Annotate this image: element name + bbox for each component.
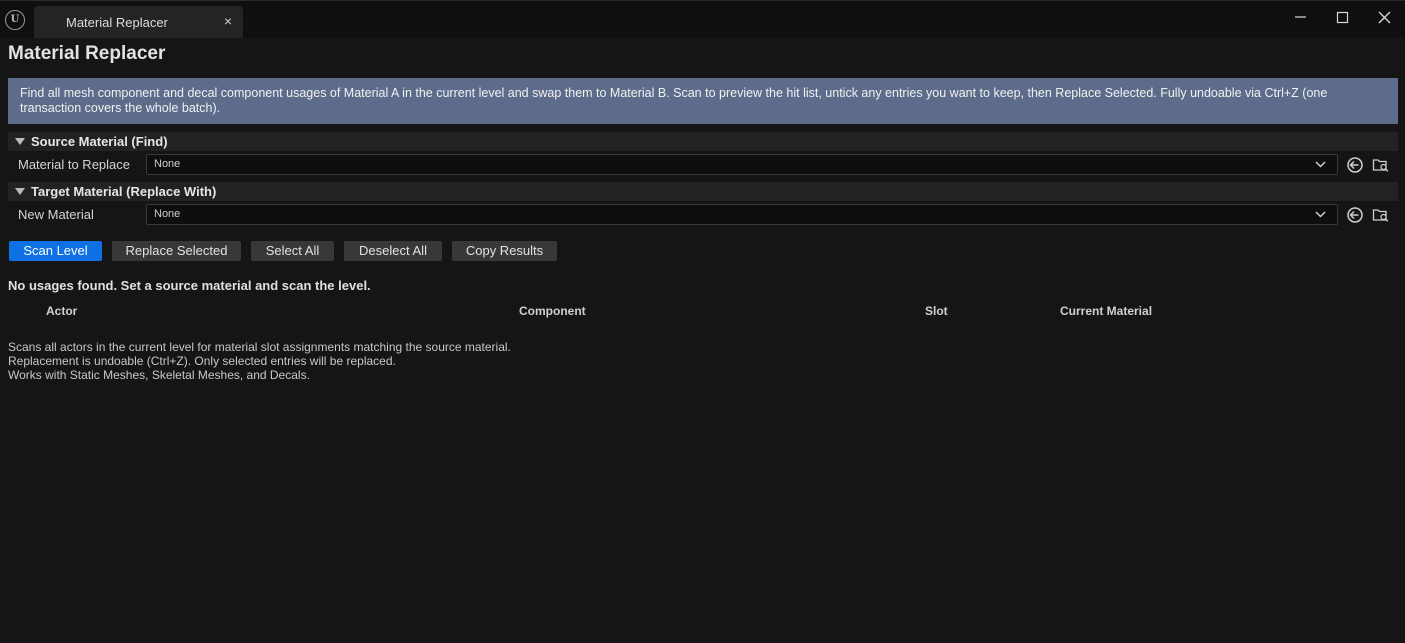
maximize-icon [1336, 11, 1349, 24]
section-target-label: Target Material (Replace With) [31, 184, 217, 199]
material-to-replace-label: Material to Replace [18, 157, 130, 172]
results-status: No usages found. Set a source material a… [8, 278, 371, 293]
new-material-label: New Material [18, 207, 94, 222]
browse-folder-icon [1372, 209, 1389, 222]
tab-close-icon[interactable]: × [224, 13, 232, 29]
column-header-current-material[interactable]: Current Material [1060, 304, 1152, 318]
copy-results-button[interactable]: Copy Results [452, 241, 557, 261]
column-header-actor[interactable]: Actor [46, 304, 77, 318]
use-selected-asset-button[interactable] [1346, 156, 1364, 174]
chevron-down-icon [1315, 161, 1326, 168]
close-window-button[interactable] [1369, 5, 1401, 29]
collapse-arrow-icon [15, 138, 25, 145]
close-icon [1378, 11, 1391, 24]
maximize-button[interactable] [1327, 5, 1359, 29]
chevron-down-icon [1315, 211, 1326, 218]
use-selected-asset-icon [1347, 207, 1363, 223]
minimize-icon [1295, 16, 1306, 18]
column-header-slot[interactable]: Slot [925, 304, 948, 318]
section-source-material[interactable]: Source Material (Find) [8, 132, 1398, 151]
new-material-value: None [154, 208, 181, 220]
help-note: Replacement is undoable (Ctrl+Z). Only s… [8, 354, 396, 368]
title-bar: U Material Replacer × [0, 0, 1405, 38]
section-source-label: Source Material (Find) [31, 134, 168, 149]
help-notes: Scans all actors in the current level fo… [8, 340, 511, 382]
replace-selected-button[interactable]: Replace Selected [112, 241, 241, 261]
tab-label: Material Replacer [66, 15, 168, 30]
browse-folder-icon [1372, 159, 1389, 172]
page-title: Material Replacer [8, 43, 166, 64]
section-target-material[interactable]: Target Material (Replace With) [8, 182, 1398, 201]
browse-asset-button[interactable] [1372, 156, 1390, 174]
browse-asset-button[interactable] [1372, 206, 1390, 224]
use-selected-asset-button[interactable] [1346, 206, 1364, 224]
collapse-arrow-icon [15, 188, 25, 195]
help-note: Works with Static Meshes, Skeletal Meshe… [8, 368, 310, 382]
unreal-logo-icon: U [5, 10, 25, 30]
column-header-component[interactable]: Component [519, 304, 586, 318]
deselect-all-button[interactable]: Deselect All [344, 241, 442, 261]
use-selected-asset-icon [1347, 157, 1363, 173]
minimize-button[interactable] [1285, 5, 1317, 29]
material-to-replace-value: None [154, 158, 181, 170]
help-note: Scans all actors in the current level fo… [8, 340, 511, 354]
material-to-replace-dropdown[interactable]: None [146, 154, 1338, 175]
tab-material-replacer[interactable]: Material Replacer × [34, 6, 243, 38]
select-all-button[interactable]: Select All [251, 241, 334, 261]
info-banner: Find all mesh component and decal compon… [8, 78, 1398, 124]
scan-level-button[interactable]: Scan Level [9, 241, 102, 261]
new-material-dropdown[interactable]: None [146, 204, 1338, 225]
